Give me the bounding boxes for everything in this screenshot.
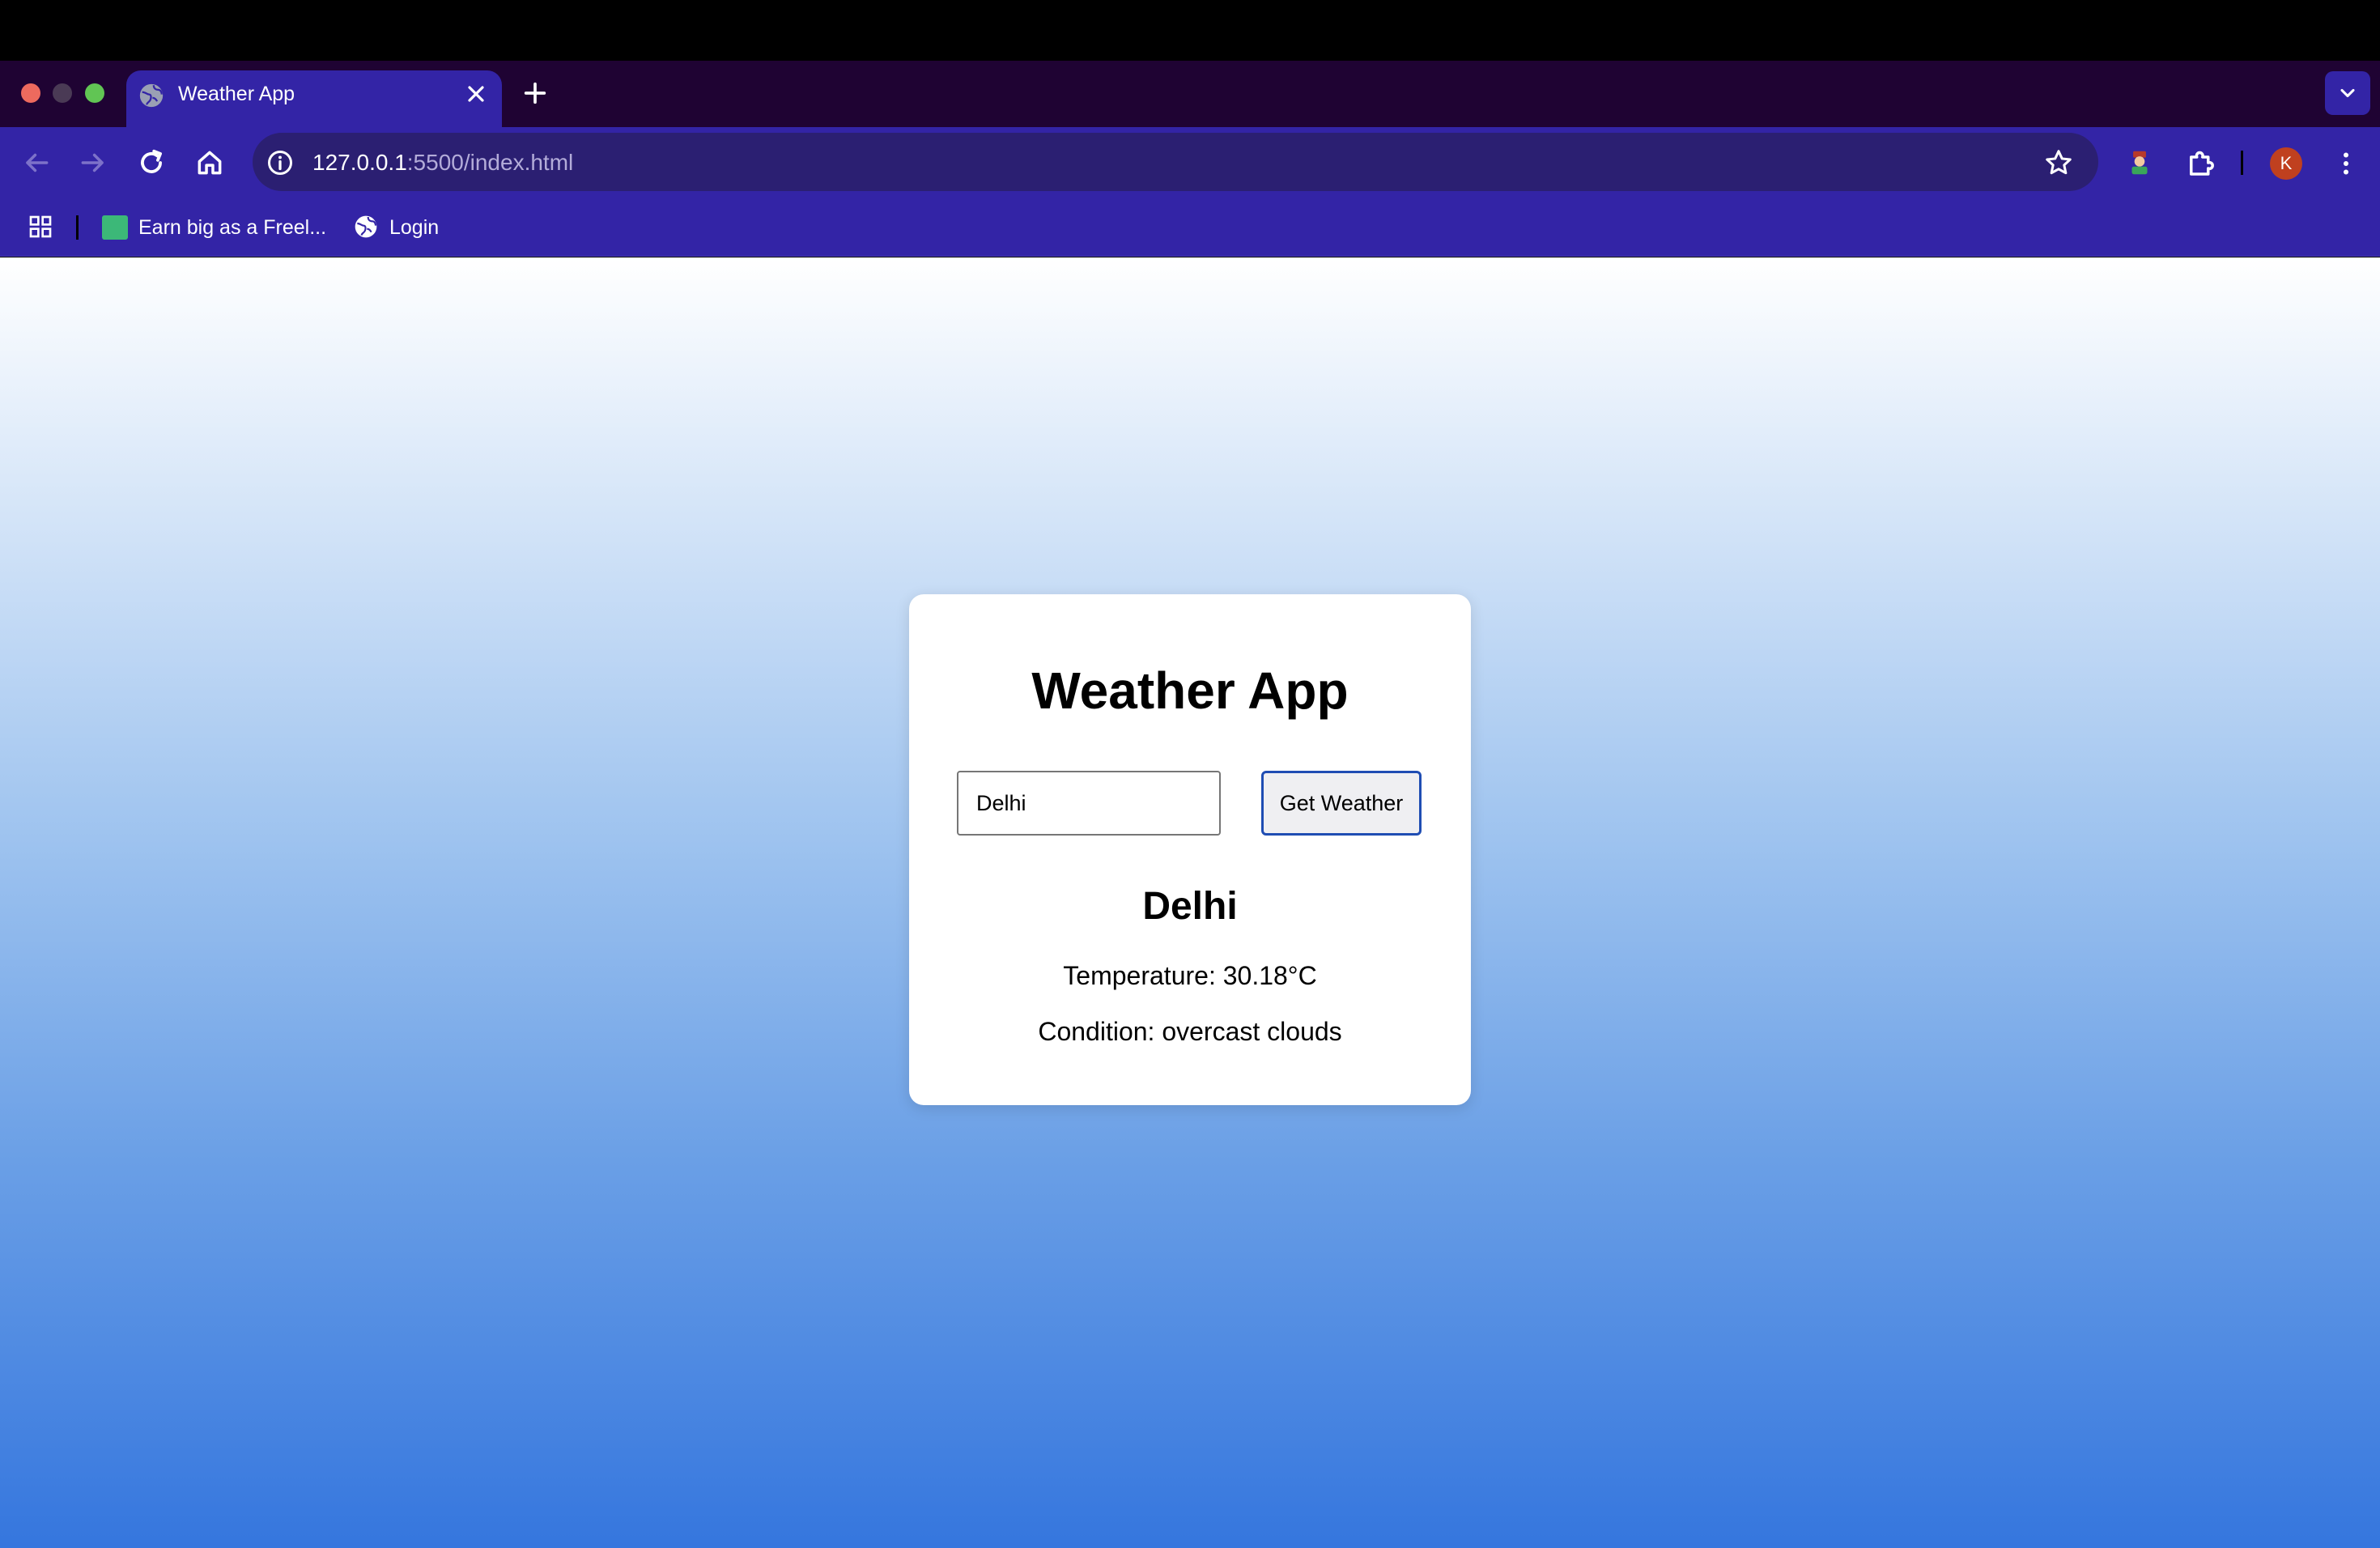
get-weather-button[interactable]: Get Weather [1261, 771, 1422, 836]
bookmark-freelance[interactable]: Earn big as a Freel... [138, 214, 326, 241]
back-arrow-icon[interactable] [21, 147, 52, 178]
url-text[interactable]: 127.0.0.1:5500/index.html [312, 148, 573, 177]
result-condition: Condition: overcast clouds [1038, 1017, 1342, 1046]
freelance-site-favicon-icon [102, 215, 128, 240]
url-path: :5500/index.html [406, 150, 574, 175]
apps-grid-icon[interactable] [28, 214, 53, 240]
top-black-strip [0, 0, 2380, 61]
toolbar-divider [2241, 151, 2243, 175]
site-info-icon[interactable] [266, 148, 295, 177]
close-icon[interactable] [463, 81, 489, 107]
result-temperature: Temperature: 30.18°C [1063, 961, 1317, 990]
globe-icon [139, 83, 164, 108]
window-zoom-button[interactable] [85, 83, 104, 103]
url-host: 127.0.0.1 [312, 150, 407, 175]
tab-search-button[interactable] [2325, 71, 2370, 115]
kebab-menu-icon[interactable] [2331, 147, 2361, 180]
city-search-input[interactable] [957, 771, 1221, 836]
globe-icon [355, 215, 377, 238]
forward-arrow-icon[interactable] [78, 147, 108, 178]
window-close-button[interactable] [21, 83, 40, 103]
new-tab-icon[interactable] [521, 79, 549, 107]
extension-character-icon[interactable] [2124, 147, 2155, 178]
profile-avatar[interactable]: K [2270, 147, 2302, 180]
page-title: Weather App [1031, 661, 1349, 720]
window-minimize-button[interactable] [53, 83, 72, 103]
bookmark-star-icon[interactable] [2043, 147, 2074, 178]
tab-title: Weather App [178, 83, 295, 105]
extensions-puzzle-icon[interactable] [2184, 146, 2218, 180]
bookmarks-divider [76, 215, 79, 240]
chevron-down-icon [2340, 88, 2355, 98]
result-city-name: Delhi [1142, 885, 1238, 928]
home-icon[interactable] [194, 147, 225, 178]
bookmark-login[interactable]: Login [389, 214, 439, 241]
reload-icon[interactable] [136, 147, 167, 178]
